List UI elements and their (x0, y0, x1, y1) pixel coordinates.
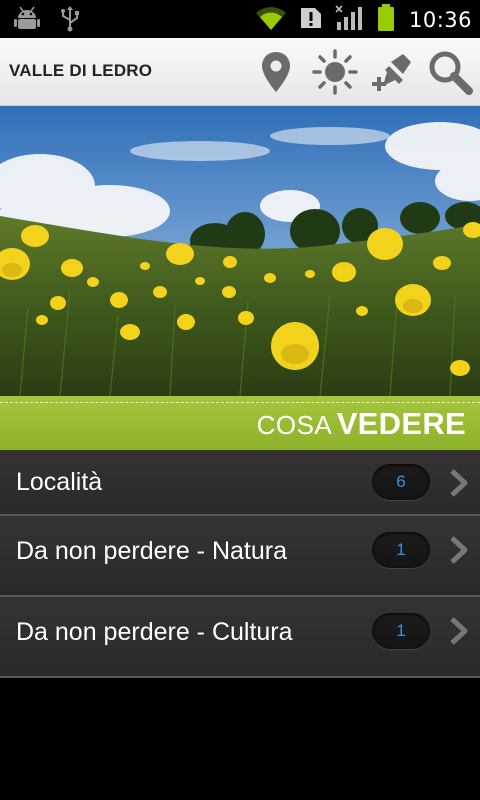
signal-icon (335, 5, 363, 35)
usb-icon (60, 6, 80, 36)
count-badge: 1 (372, 613, 430, 649)
section-title: COSA VEDERE (257, 406, 466, 442)
chevron-right-icon (448, 616, 470, 646)
section-banner: COSA VEDERE (0, 396, 480, 450)
list-item-label: Da non perdere - Cultura (16, 618, 293, 646)
category-list: Località 6 Da non perdere - Natura 1 Da … (0, 450, 480, 678)
status-bar: 10:36 (0, 0, 480, 38)
action-bar: VALLE DI LEDRO (0, 38, 480, 106)
search-icon[interactable] (426, 48, 474, 96)
list-item-label: Località (16, 468, 103, 496)
list-item-cultura[interactable]: Da non perdere - Cultura 1 (0, 597, 480, 678)
clock: 10:36 (408, 8, 472, 32)
list-item-natura[interactable]: Da non perdere - Natura 1 (0, 516, 480, 597)
map-pin-icon[interactable] (252, 48, 300, 96)
chevron-right-icon (448, 468, 470, 498)
count-badge: 6 (372, 464, 430, 500)
section-title-light: COSA (256, 410, 333, 440)
app-title: VALLE DI LEDRO (9, 61, 153, 80)
hero-image (0, 106, 480, 396)
alert-icon (300, 6, 321, 34)
chevron-right-icon (448, 535, 470, 565)
battery-icon (377, 4, 395, 36)
android-debug-icon (14, 6, 40, 36)
wifi-icon (255, 5, 287, 35)
section-title-bold: VEDERE (336, 406, 466, 441)
banner-divider (0, 402, 480, 403)
list-item-localita[interactable]: Località 6 (0, 450, 480, 516)
count-badge: 1 (372, 532, 430, 568)
weather-icon[interactable] (311, 48, 359, 96)
list-item-label: Da non perdere - Natura (16, 537, 287, 565)
add-pin-icon[interactable] (369, 48, 417, 96)
